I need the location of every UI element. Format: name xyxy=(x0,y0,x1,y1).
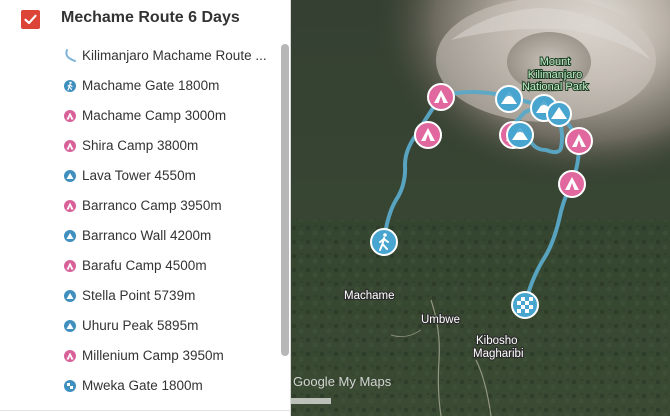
map-view[interactable]: Mount Kilimanjaro National Park Machame … xyxy=(291,0,670,416)
hiker-icon xyxy=(64,80,76,92)
feature-item-barranco-wall[interactable]: Barranco Wall 4200m xyxy=(0,222,280,252)
marker-machame-gate[interactable] xyxy=(370,228,398,256)
mountain-icon xyxy=(64,170,76,182)
marker-mweka-gate[interactable] xyxy=(511,291,539,319)
tent-icon xyxy=(64,260,76,272)
feature-item-route[interactable]: Kilimanjaro Machame Route ... xyxy=(0,42,280,72)
feature-item-shira-camp[interactable]: Shira Camp 3800m xyxy=(0,132,280,162)
feature-label: Uhuru Peak 5895m xyxy=(82,318,199,333)
marker-shira-camp[interactable] xyxy=(414,121,442,149)
feature-list: Kilimanjaro Machame Route ... Machame Ga… xyxy=(0,42,280,402)
feature-label: Mweka Gate 1800m xyxy=(82,378,203,393)
feature-label: Machame Camp 3000m xyxy=(82,108,227,123)
layer-title[interactable]: Mechame Route 6 Days xyxy=(61,9,240,27)
feature-item-barafu-camp[interactable]: Barafu Camp 4500m xyxy=(0,252,280,282)
marker-barranco-wall[interactable] xyxy=(506,121,534,149)
layer-panel: Mechame Route 6 Days Kilimanjaro Machame… xyxy=(0,0,291,416)
mountain-icon xyxy=(64,320,76,332)
place-label-kibosho: Kibosho xyxy=(476,335,518,347)
feature-label: Stella Point 5739m xyxy=(82,288,196,303)
feature-label: Shira Camp 3800m xyxy=(82,138,199,153)
layer-header: Mechame Route 6 Days xyxy=(0,0,291,38)
layer-visibility-checkbox[interactable] xyxy=(21,10,40,29)
marker-machame-camp[interactable] xyxy=(427,83,455,111)
feature-item-machame-gate[interactable]: Machame Gate 1800m xyxy=(0,72,280,102)
feature-item-lava-tower[interactable]: Lava Tower 4550m xyxy=(0,162,280,192)
tent-icon xyxy=(64,140,76,152)
park-label-line2: Kilimanjaro xyxy=(528,69,582,81)
panel-divider xyxy=(0,410,291,411)
tent-icon xyxy=(64,200,76,212)
park-label-line3: National Park xyxy=(522,81,589,93)
feature-label: Barranco Wall 4200m xyxy=(82,228,212,243)
feature-item-machame-camp[interactable]: Machame Camp 3000m xyxy=(0,102,280,132)
scale-bar xyxy=(291,398,331,404)
marker-barafu-camp[interactable] xyxy=(565,127,593,155)
feature-item-barranco-camp[interactable]: Barranco Camp 3950m xyxy=(0,192,280,222)
feature-label: Lava Tower 4550m xyxy=(82,168,196,183)
feature-item-millenium-camp[interactable]: Millenium Camp 3950m xyxy=(0,342,280,372)
finish-flag-icon xyxy=(517,297,533,313)
panel-scrollbar[interactable] xyxy=(281,44,289,356)
checkmark-icon xyxy=(24,14,37,25)
feature-label: Barranco Camp 3950m xyxy=(82,198,222,213)
feature-item-stella-point[interactable]: Stella Point 5739m xyxy=(0,282,280,312)
marker-millenium-camp[interactable] xyxy=(558,170,586,198)
feature-label: Barafu Camp 4500m xyxy=(82,258,207,273)
finish-flag-icon xyxy=(64,380,76,392)
feature-item-uhuru-peak[interactable]: Uhuru Peak 5895m xyxy=(0,312,280,342)
feature-label: Machame Gate 1800m xyxy=(82,78,220,93)
tent-icon xyxy=(64,110,76,122)
feature-label: Kilimanjaro Machame Route ... xyxy=(82,48,267,63)
marker-lava-tower[interactable] xyxy=(495,85,523,113)
place-label-machame: Machame xyxy=(344,290,395,302)
satellite-map[interactable]: Mount Kilimanjaro National Park Machame … xyxy=(291,0,670,416)
mountain-icon xyxy=(64,230,76,242)
feature-label: Millenium Camp 3950m xyxy=(82,348,224,363)
mountain-icon xyxy=(64,290,76,302)
place-label-umbwe: Umbwe xyxy=(421,314,460,326)
park-label-line1: Mount xyxy=(540,56,571,68)
feature-item-mweka-gate[interactable]: Mweka Gate 1800m xyxy=(0,372,280,402)
tent-icon xyxy=(64,350,76,362)
marker-stella-point[interactable] xyxy=(546,101,572,127)
place-label-magharibi: Magharibi xyxy=(473,348,524,360)
google-my-maps-logo: Google My Maps xyxy=(293,374,392,389)
route-line-icon xyxy=(63,49,77,68)
